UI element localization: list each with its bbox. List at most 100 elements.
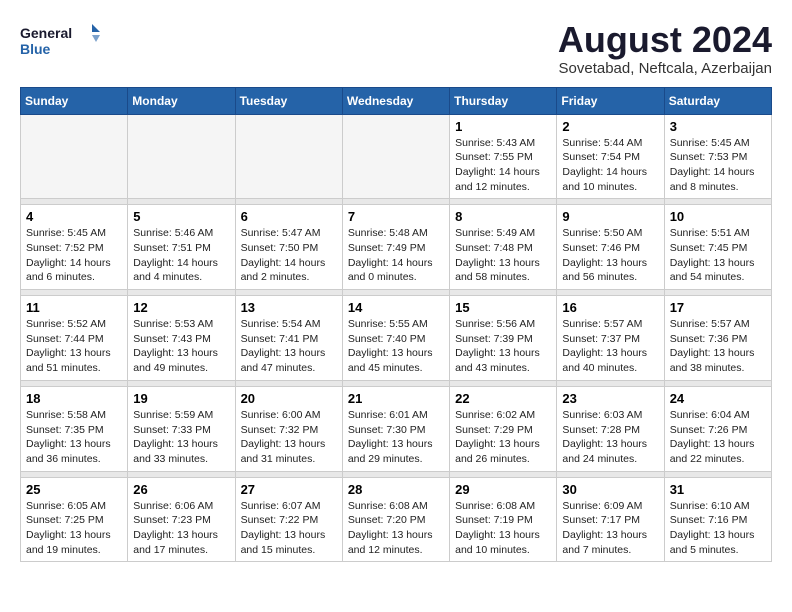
calendar-cell: 26 Sunrise: 6:06 AMSunset: 7:23 PMDayligh… <box>128 477 235 562</box>
page-header: General Blue August 2024 Sovetabad, Neft… <box>20 20 772 77</box>
calendar-cell: 2 Sunrise: 5:44 AMSunset: 7:54 PMDaylight… <box>557 114 664 199</box>
day-info: Sunrise: 5:56 AMSunset: 7:39 PMDaylight:… <box>455 317 551 376</box>
day-header-friday: Friday <box>557 87 664 114</box>
calendar-cell: 11 Sunrise: 5:52 AMSunset: 7:44 PMDayligh… <box>21 296 128 381</box>
day-info: Sunrise: 6:07 AMSunset: 7:22 PMDaylight:… <box>241 499 337 558</box>
day-number: 23 <box>562 391 658 406</box>
day-number: 20 <box>241 391 337 406</box>
day-number: 15 <box>455 300 551 315</box>
day-number: 16 <box>562 300 658 315</box>
calendar-cell: 10Sunrise: 5:51 AMSunset: 7:45 PMDayligh… <box>664 205 771 290</box>
calendar-cell: 7 Sunrise: 5:48 AMSunset: 7:49 PMDaylight… <box>342 205 449 290</box>
calendar-cell: 24Sunrise: 6:04 AMSunset: 7:26 PMDayligh… <box>664 386 771 471</box>
day-number: 8 <box>455 209 551 224</box>
calendar-cell: 8 Sunrise: 5:49 AMSunset: 7:48 PMDaylight… <box>450 205 557 290</box>
calendar-week-5: 25Sunrise: 6:05 AMSunset: 7:25 PMDayligh… <box>21 477 772 562</box>
day-number: 14 <box>348 300 444 315</box>
calendar-cell <box>235 114 342 199</box>
day-header-thursday: Thursday <box>450 87 557 114</box>
day-info: Sunrise: 5:57 AMSunset: 7:36 PMDaylight:… <box>670 317 766 376</box>
day-number: 2 <box>562 119 658 134</box>
calendar-cell: 14 Sunrise: 5:55 AMSunset: 7:40 PMDayligh… <box>342 296 449 381</box>
day-info: Sunrise: 5:47 AMSunset: 7:50 PMDaylight:… <box>241 226 337 285</box>
calendar-week-4: 18 Sunrise: 5:58 AMSunset: 7:35 PMDayligh… <box>21 386 772 471</box>
logo-svg: General Blue <box>20 20 110 60</box>
calendar-cell <box>21 114 128 199</box>
day-info: Sunrise: 5:43 AMSunset: 7:55 PMDaylight:… <box>455 136 551 195</box>
day-info: Sunrise: 6:08 AMSunset: 7:20 PMDaylight:… <box>348 499 444 558</box>
day-info: Sunrise: 6:01 AMSunset: 7:30 PMDaylight:… <box>348 408 444 467</box>
day-number: 25 <box>26 482 122 497</box>
calendar-cell: 20 Sunrise: 6:00 AMSunset: 7:32 PMDayligh… <box>235 386 342 471</box>
svg-text:General: General <box>20 25 72 41</box>
location-subtitle: Sovetabad, Neftcala, Azerbaijan <box>558 60 772 77</box>
calendar-cell: 13 Sunrise: 5:54 AMSunset: 7:41 PMDayligh… <box>235 296 342 381</box>
day-header-sunday: Sunday <box>21 87 128 114</box>
day-info: Sunrise: 6:02 AMSunset: 7:29 PMDaylight:… <box>455 408 551 467</box>
calendar-cell: 12 Sunrise: 5:53 AMSunset: 7:43 PMDayligh… <box>128 296 235 381</box>
calendar-cell: 19 Sunrise: 5:59 AMSunset: 7:33 PMDayligh… <box>128 386 235 471</box>
calendar-cell: 1Sunrise: 5:43 AMSunset: 7:55 PMDaylight… <box>450 114 557 199</box>
calendar-table: SundayMondayTuesdayWednesdayThursdayFrid… <box>20 87 772 563</box>
calendar-cell: 31Sunrise: 6:10 AMSunset: 7:16 PMDayligh… <box>664 477 771 562</box>
day-info: Sunrise: 6:09 AMSunset: 7:17 PMDaylight:… <box>562 499 658 558</box>
day-info: Sunrise: 6:10 AMSunset: 7:16 PMDaylight:… <box>670 499 766 558</box>
calendar-week-1: 1Sunrise: 5:43 AMSunset: 7:55 PMDaylight… <box>21 114 772 199</box>
day-info: Sunrise: 6:06 AMSunset: 7:23 PMDaylight:… <box>133 499 229 558</box>
calendar-cell: 18 Sunrise: 5:58 AMSunset: 7:35 PMDayligh… <box>21 386 128 471</box>
calendar-cell: 30 Sunrise: 6:09 AMSunset: 7:17 PMDayligh… <box>557 477 664 562</box>
day-number: 30 <box>562 482 658 497</box>
day-number: 18 <box>26 391 122 406</box>
calendar-cell: 17 Sunrise: 5:57 AMSunset: 7:36 PMDayligh… <box>664 296 771 381</box>
day-info: Sunrise: 5:46 AMSunset: 7:51 PMDaylight:… <box>133 226 229 285</box>
calendar-cell: 28 Sunrise: 6:08 AMSunset: 7:20 PMDayligh… <box>342 477 449 562</box>
day-info: Sunrise: 5:52 AMSunset: 7:44 PMDaylight:… <box>26 317 122 376</box>
day-info: Sunrise: 5:53 AMSunset: 7:43 PMDaylight:… <box>133 317 229 376</box>
day-number: 26 <box>133 482 229 497</box>
day-number: 28 <box>348 482 444 497</box>
calendar-cell: 27 Sunrise: 6:07 AMSunset: 7:22 PMDayligh… <box>235 477 342 562</box>
day-info: Sunrise: 5:58 AMSunset: 7:35 PMDaylight:… <box>26 408 122 467</box>
calendar-cell: 6Sunrise: 5:47 AMSunset: 7:50 PMDaylight… <box>235 205 342 290</box>
calendar-cell <box>128 114 235 199</box>
calendar-cell: 23Sunrise: 6:03 AMSunset: 7:28 PMDayligh… <box>557 386 664 471</box>
day-number: 19 <box>133 391 229 406</box>
logo: General Blue <box>20 20 110 60</box>
day-number: 29 <box>455 482 551 497</box>
day-number: 13 <box>241 300 337 315</box>
day-number: 27 <box>241 482 337 497</box>
day-number: 12 <box>133 300 229 315</box>
day-number: 11 <box>26 300 122 315</box>
day-info: Sunrise: 5:50 AMSunset: 7:46 PMDaylight:… <box>562 226 658 285</box>
calendar-cell: 9 Sunrise: 5:50 AMSunset: 7:46 PMDaylight… <box>557 205 664 290</box>
day-number: 22 <box>455 391 551 406</box>
calendar-header-row: SundayMondayTuesdayWednesdayThursdayFrid… <box>21 87 772 114</box>
day-number: 7 <box>348 209 444 224</box>
day-info: Sunrise: 5:57 AMSunset: 7:37 PMDaylight:… <box>562 317 658 376</box>
day-info: Sunrise: 5:48 AMSunset: 7:49 PMDaylight:… <box>348 226 444 285</box>
day-info: Sunrise: 5:44 AMSunset: 7:54 PMDaylight:… <box>562 136 658 195</box>
day-info: Sunrise: 5:55 AMSunset: 7:40 PMDaylight:… <box>348 317 444 376</box>
day-info: Sunrise: 5:59 AMSunset: 7:33 PMDaylight:… <box>133 408 229 467</box>
calendar-cell: 15 Sunrise: 5:56 AMSunset: 7:39 PMDayligh… <box>450 296 557 381</box>
day-info: Sunrise: 6:00 AMSunset: 7:32 PMDaylight:… <box>241 408 337 467</box>
calendar-cell: 5Sunrise: 5:46 AMSunset: 7:51 PMDaylight… <box>128 205 235 290</box>
day-number: 9 <box>562 209 658 224</box>
title-block: August 2024 Sovetabad, Neftcala, Azerbai… <box>558 20 772 77</box>
calendar-week-3: 11 Sunrise: 5:52 AMSunset: 7:44 PMDayligh… <box>21 296 772 381</box>
day-info: Sunrise: 5:45 AMSunset: 7:53 PMDaylight:… <box>670 136 766 195</box>
day-info: Sunrise: 6:08 AMSunset: 7:19 PMDaylight:… <box>455 499 551 558</box>
day-info: Sunrise: 5:51 AMSunset: 7:45 PMDaylight:… <box>670 226 766 285</box>
day-number: 17 <box>670 300 766 315</box>
day-header-wednesday: Wednesday <box>342 87 449 114</box>
calendar-week-2: 4Sunrise: 5:45 AMSunset: 7:52 PMDaylight… <box>21 205 772 290</box>
calendar-cell: 16 Sunrise: 5:57 AMSunset: 7:37 PMDayligh… <box>557 296 664 381</box>
calendar-cell: 3Sunrise: 5:45 AMSunset: 7:53 PMDaylight… <box>664 114 771 199</box>
day-header-tuesday: Tuesday <box>235 87 342 114</box>
day-info: Sunrise: 5:54 AMSunset: 7:41 PMDaylight:… <box>241 317 337 376</box>
calendar-cell <box>342 114 449 199</box>
day-info: Sunrise: 5:49 AMSunset: 7:48 PMDaylight:… <box>455 226 551 285</box>
svg-text:Blue: Blue <box>20 41 51 57</box>
calendar-cell: 29 Sunrise: 6:08 AMSunset: 7:19 PMDayligh… <box>450 477 557 562</box>
calendar-cell: 22 Sunrise: 6:02 AMSunset: 7:29 PMDayligh… <box>450 386 557 471</box>
